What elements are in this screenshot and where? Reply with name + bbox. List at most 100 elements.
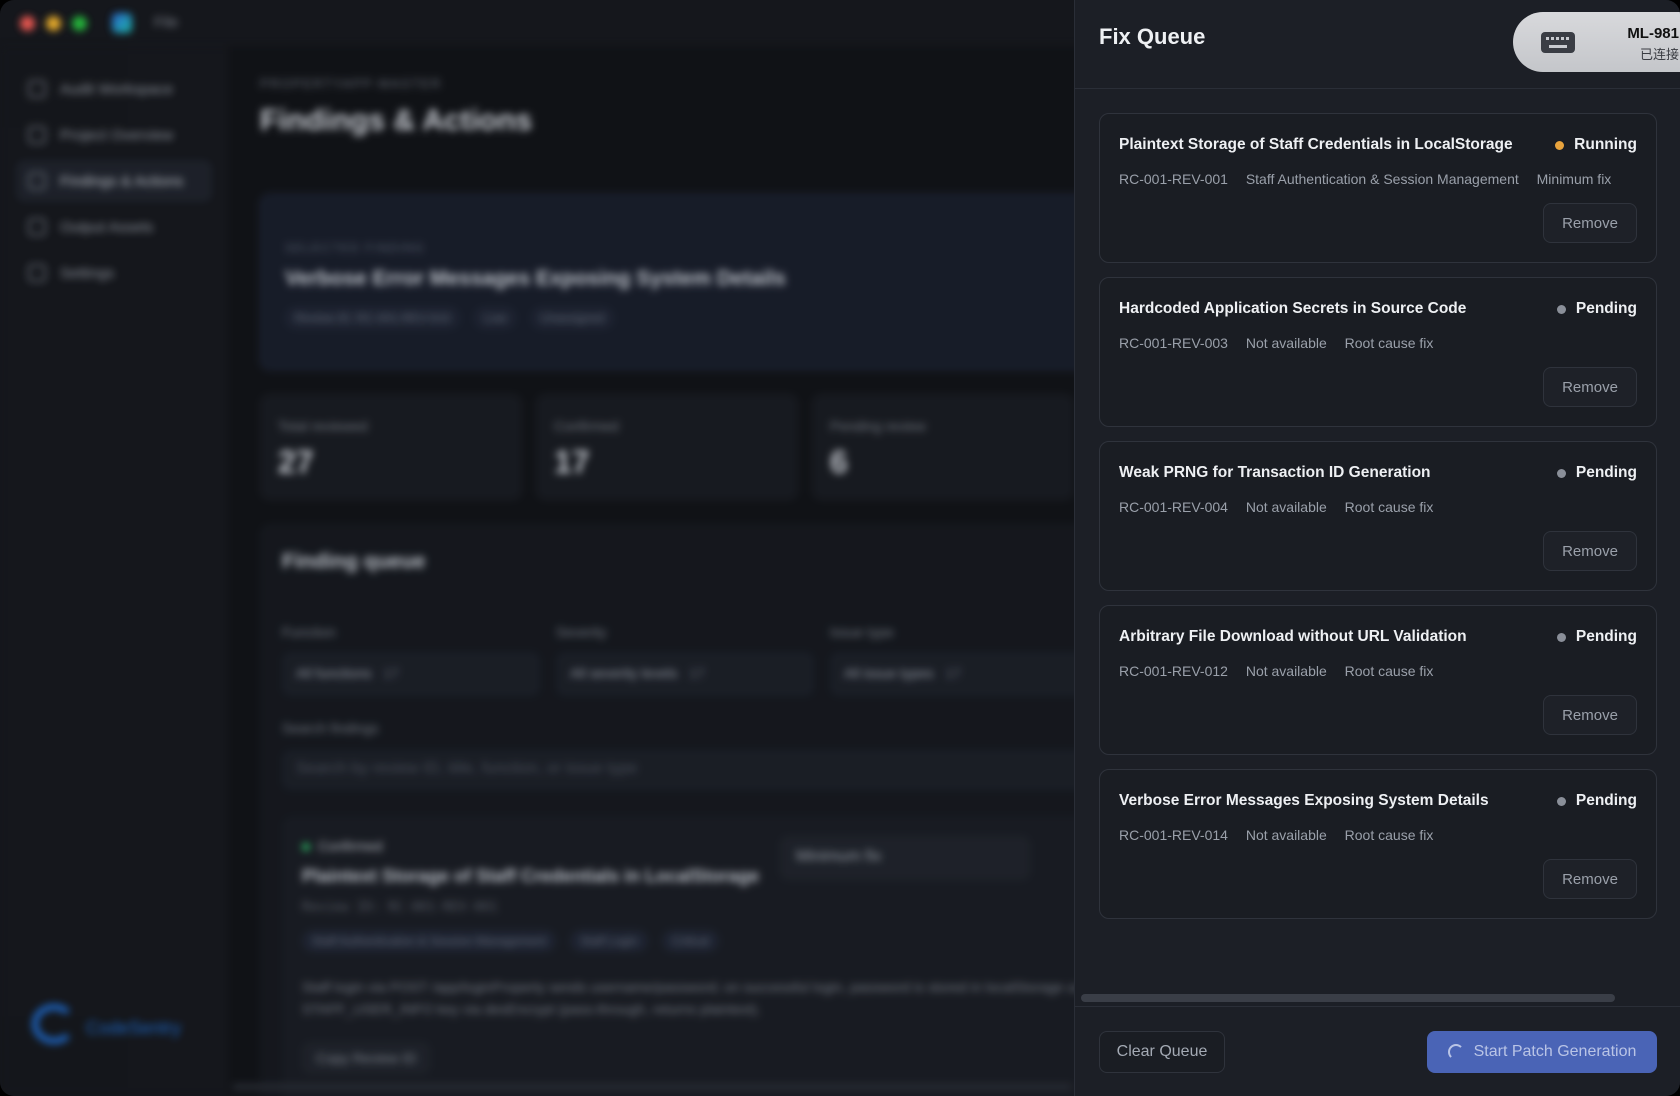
assignee-chip: Unassigned [530,307,615,329]
queue-item-title: Hardcoded Application Secrets in Source … [1119,300,1467,317]
findings-icon [28,172,46,190]
device-connection-pill[interactable]: ML-981 已连接 [1513,12,1680,72]
sidebar-item-findings-actions[interactable]: Findings & Actions [16,160,212,202]
remove-button[interactable]: Remove [1543,531,1637,571]
stat-confirmed: Confirmed 17 [536,394,798,500]
remove-button[interactable]: Remove [1543,203,1637,243]
queue-item-meta: RC-001-REV-014 Not available Root cause … [1119,827,1447,843]
sidebar-item-output-assets[interactable]: Output Assets [16,206,212,248]
drawer-horizontal-scrollbar[interactable] [1081,994,1615,1002]
queue-item-fix-type: Minimum fix [1536,171,1612,187]
breadcrumb: PROPERTYAPP-MASTER [260,76,442,91]
status-label: Running [1574,136,1637,153]
queue-item-fix-type: Root cause fix [1344,499,1434,515]
finding-status: Confirmed [302,838,383,854]
queue-item-id: RC-001-REV-001 [1119,171,1228,187]
queue-item: Arbitrary File Download without URL Vali… [1099,605,1657,755]
status-dot-icon [1556,304,1566,314]
loading-spinner-icon [1447,1044,1464,1060]
finding-description: Staff login via POST /app/loginProperty … [302,979,1104,1017]
filter-count: 17 [383,665,399,681]
fix-queue-drawer: Fix Queue ML-981 已连接 Plaintext Storage o… [1074,0,1680,1096]
drawer-header: Fix Queue ML-981 已连接 [1075,0,1680,89]
queue-item-status: Running [1555,136,1637,154]
sidebar-item-label: Findings & Actions [60,172,184,190]
queue-item-function: Not available [1245,335,1327,351]
queue-item: Hardcoded Application Secrets in Source … [1099,277,1657,427]
status-dot-icon [1556,468,1566,478]
sidebar-item-settings[interactable]: Settings [16,252,212,294]
queue-item-meta: RC-001-REV-001 Staff Authentication & Se… [1119,171,1625,187]
queue-item-id: RC-001-REV-012 [1119,663,1228,679]
search-input[interactable]: Search by review ID, title, function, or… [282,750,1142,790]
fix-type-select[interactable]: Minimum fix [780,836,1030,880]
copy-review-id-button[interactable]: Copy Review ID [302,1042,431,1074]
finding-review-id: Review ID: RC-001-REV-001 [302,900,498,915]
queue-item-id: RC-001-REV-014 [1119,827,1228,843]
zoom-window-button[interactable] [72,16,87,31]
menu-file[interactable]: File [154,14,178,31]
stat-value: 6 [830,444,848,480]
finding-row[interactable]: Confirmed Plaintext Storage of Staff Cre… [282,816,1142,1096]
remove-button[interactable]: Remove [1543,695,1637,735]
selected-finding-chips: Review ID: RC-001-REV-014 Low Unassigned [285,307,624,329]
function-filter-select[interactable]: All functions 17 [282,652,540,696]
filter-label-severity: Severity [556,624,607,640]
assets-icon [28,218,46,236]
page-title: Findings & Actions [260,104,533,137]
severity-filter-select[interactable]: All severity levels 17 [556,652,814,696]
selected-finding-title: Verbose Error Messages Exposing System D… [285,267,786,290]
workspace-icon [28,80,46,98]
close-window-button[interactable] [20,16,35,31]
selected-finding-card: SELECTED FINDING Verbose Error Messages … [260,194,1140,370]
remove-button[interactable]: Remove [1543,367,1637,407]
finding-queue-title: Finding queue [282,550,426,573]
queue-item-meta: RC-001-REV-004 Not available Root cause … [1119,499,1447,515]
app-icon [112,13,132,33]
queue-item-id: RC-001-REV-004 [1119,499,1228,515]
search-label: Search findings [282,720,379,736]
sidebar-item-audit-workspace[interactable]: Audit Workspace [16,68,212,110]
queue-item-status: Pending [1556,464,1637,482]
finding-chips: Staff Authentication & Session Managemen… [302,930,729,952]
remove-button[interactable]: Remove [1543,859,1637,899]
selected-finding-label: SELECTED FINDING [285,241,426,255]
main-horizontal-scrollbar[interactable] [232,1084,1072,1090]
filter-label-issue-type: Issue type [830,624,894,640]
stat-value: 27 [278,444,314,480]
queue-item-fix-type: Root cause fix [1344,663,1434,679]
filter-label-function: Function [282,624,336,640]
finding-queue-card: Finding queue Function All functions 17 … [260,524,1160,1096]
status-label: Pending [1575,464,1637,481]
function-chip: Staff Authentication & Session Managemen… [302,930,556,952]
drawer-title: Fix Queue [1099,24,1206,49]
queue-item-title: Weak PRNG for Transaction ID Generation [1119,464,1431,481]
queue-item: Weak PRNG for Transaction ID Generation … [1099,441,1657,591]
severity-chip: Low [474,307,517,329]
review-id-chip: Review ID: RC-001-REV-014 [285,307,460,329]
sidebar: Audit Workspace Project Overview Finding… [0,46,228,1096]
filter-count: 17 [689,665,705,681]
filter-count: 17 [945,665,961,681]
status-label: Pending [1575,300,1637,317]
drawer-footer: Clear Queue Start Patch Generation [1075,1006,1680,1096]
sidebar-item-label: Settings [60,264,115,282]
queue-item-function: Not available [1245,499,1327,515]
filter-value: All issue types [844,665,934,681]
device-name: ML-981 [1627,25,1679,42]
filter-value: All functions [296,665,372,681]
settings-icon [28,264,46,282]
issue-type-filter-select[interactable]: All issue types 17 [830,652,1088,696]
severity-chip: Critical [662,930,719,952]
minimize-window-button[interactable] [46,16,61,31]
queue-item-status: Pending [1556,628,1637,646]
sidebar-item-project-overview[interactable]: Project Overview [16,114,212,156]
queue-item: Verbose Error Messages Exposing System D… [1099,769,1657,919]
queue-item-meta: RC-001-REV-003 Not available Root cause … [1119,335,1447,351]
clear-queue-button[interactable]: Clear Queue [1099,1031,1225,1073]
feature-chip: Staff Login [570,930,648,952]
fix-queue-list: Plaintext Storage of Staff Credentials i… [1099,113,1657,933]
start-patch-generation-button[interactable]: Start Patch Generation [1427,1031,1657,1073]
status-dot-icon [1555,140,1565,150]
overview-icon [28,126,46,144]
